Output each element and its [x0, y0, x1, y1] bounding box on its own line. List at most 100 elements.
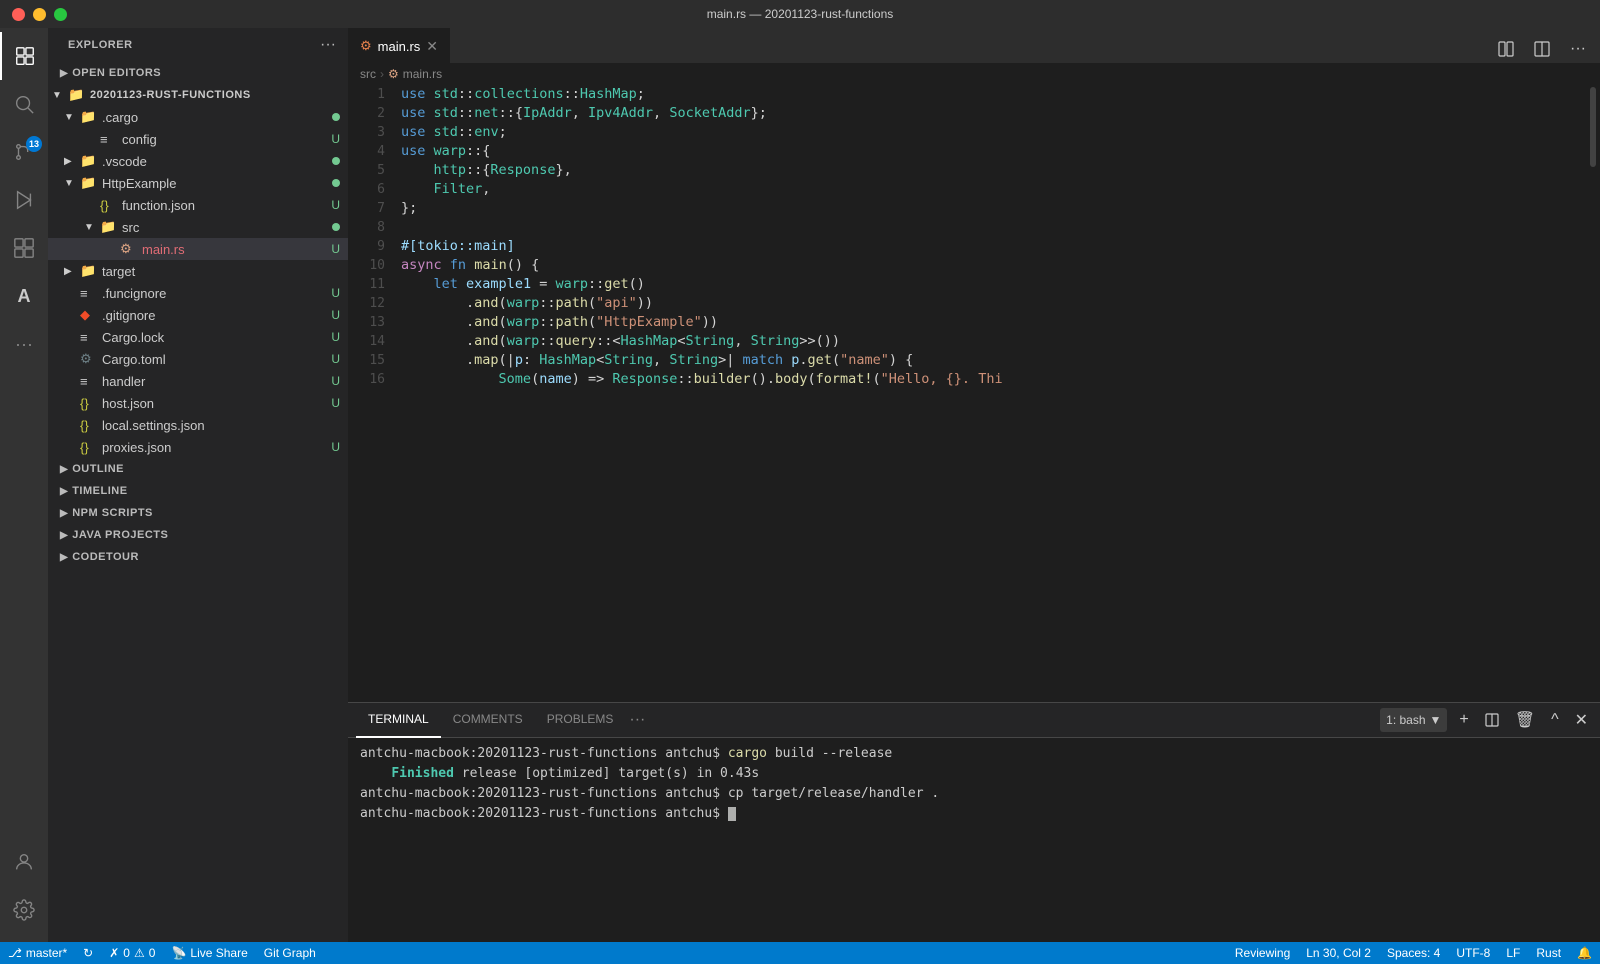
tab-comments[interactable]: COMMENTS: [441, 703, 535, 738]
vscode-arrow: ▶: [64, 156, 80, 167]
minimize-button[interactable]: [33, 8, 46, 21]
file-gitignore[interactable]: ◆ .gitignore U: [48, 304, 348, 326]
terminal-shell-select[interactable]: 1: bash ▼: [1380, 708, 1447, 732]
git-graph-text: Git Graph: [264, 946, 316, 960]
activity-run[interactable]: [0, 176, 48, 224]
status-cursor-position[interactable]: Ln 30, Col 2: [1298, 942, 1379, 964]
terminal-more-icon[interactable]: ···: [629, 711, 645, 729]
sidebar-header: Explorer ···: [48, 28, 348, 62]
tab-problems[interactable]: PROBLEMS: [535, 703, 626, 738]
status-branch[interactable]: ⎇ master*: [0, 942, 75, 964]
more-actions-icon[interactable]: ···: [1564, 35, 1592, 63]
status-git-graph[interactable]: Git Graph: [256, 942, 324, 964]
status-line-ending[interactable]: LF: [1498, 942, 1528, 964]
tab-terminal[interactable]: TERMINAL: [356, 703, 441, 738]
activity-account[interactable]: [0, 838, 48, 886]
status-language[interactable]: Rust: [1528, 942, 1569, 964]
editor-scrollbar[interactable]: [1586, 85, 1600, 702]
file-host-json[interactable]: {} host.json U: [48, 392, 348, 414]
status-reviewing[interactable]: Reviewing: [1227, 942, 1298, 964]
activity-appsmith[interactable]: A: [0, 272, 48, 320]
tab-main-rs[interactable]: ⚙ main.rs ✕: [348, 28, 450, 63]
branch-icon: ⎇: [8, 946, 22, 960]
source-control-badge: 13: [26, 136, 42, 152]
editor-area: ⚙ main.rs ✕ ··· src › ⚙ main.rs: [348, 28, 1600, 942]
status-encoding[interactable]: UTF-8: [1448, 942, 1498, 964]
file-handler[interactable]: ≡ handler U: [48, 370, 348, 392]
cargo-dot: [332, 113, 340, 121]
new-terminal-button[interactable]: +: [1455, 709, 1472, 731]
activity-settings[interactable]: [0, 886, 48, 934]
handler-icon: ≡: [80, 374, 98, 389]
file-main-rs[interactable]: ⚙ main.rs U: [48, 238, 348, 260]
host-json-icon: {}: [80, 396, 98, 411]
file-cargo-lock[interactable]: ≡ Cargo.lock U: [48, 326, 348, 348]
terminal-tabs: TERMINAL COMMENTS PROBLEMS ··· 1: bash ▼…: [348, 703, 1600, 738]
maximize-terminal-button[interactable]: ^: [1547, 709, 1563, 731]
section-codetour[interactable]: ▶ CODETOUR: [48, 546, 348, 568]
file-funcignore[interactable]: ≡ .funcignore U: [48, 282, 348, 304]
activity-explorer[interactable]: [0, 32, 48, 80]
delete-terminal-button[interactable]: 🗑: [1511, 708, 1539, 732]
terminal-area: TERMINAL COMMENTS PROBLEMS ··· 1: bash ▼…: [348, 702, 1600, 942]
codetour-label: CODETOUR: [72, 551, 139, 563]
activity-source-control[interactable]: 13: [0, 128, 48, 176]
section-npm-scripts[interactable]: ▶ NPM SCRIPTS: [48, 502, 348, 524]
activity-extensions[interactable]: [0, 224, 48, 272]
window-controls[interactable]: [12, 8, 67, 21]
sidebar-more-icon[interactable]: ···: [320, 36, 336, 54]
code-editor[interactable]: 12345 678910 1112131415 16 use std::coll…: [348, 85, 1600, 702]
breadcrumb-src[interactable]: src: [360, 67, 376, 81]
terminal-body[interactable]: antchu-macbook:20201123-rust-functions a…: [348, 738, 1600, 942]
open-editors-label: Open Editors: [72, 67, 161, 79]
section-open-editors[interactable]: ▶ Open Editors: [48, 62, 348, 84]
project-name: 20201123-rust-functions: [90, 89, 340, 101]
terminal-line-3: antchu-macbook:20201123-rust-functions a…: [360, 784, 1588, 804]
section-timeline[interactable]: ▶ TIMELINE: [48, 480, 348, 502]
cargo-lock-icon: ≡: [80, 330, 98, 345]
split-editor-icon[interactable]: [1492, 35, 1520, 63]
terminal-line-4: antchu-macbook:20201123-rust-functions a…: [360, 804, 1588, 824]
sync-icon: ↻: [83, 946, 93, 960]
error-count: 0: [123, 946, 130, 960]
folder-cargo[interactable]: ▼ 📁 .cargo: [48, 106, 348, 128]
tab-close-button[interactable]: ✕: [426, 38, 438, 55]
file-local-settings-json[interactable]: {} local.settings.json: [48, 414, 348, 436]
activity-search[interactable]: [0, 80, 48, 128]
spaces-text: Spaces: 4: [1387, 946, 1440, 960]
file-cargo-toml[interactable]: ⚙ Cargo.toml U: [48, 348, 348, 370]
activity-more[interactable]: ···: [0, 320, 48, 368]
status-spaces[interactable]: Spaces: 4: [1379, 942, 1448, 964]
split-terminal-button[interactable]: [1481, 711, 1503, 729]
error-icon: ✗: [109, 946, 119, 960]
folder-src[interactable]: ▼ 📁 src: [48, 216, 348, 238]
section-outline[interactable]: ▶ OUTLINE: [48, 458, 348, 480]
folder-target[interactable]: ▶ 📁 target: [48, 260, 348, 282]
main-rs-icon: ⚙: [120, 241, 138, 257]
httpexample-dot: [332, 179, 340, 187]
warning-icon: ⚠: [134, 946, 145, 960]
title-bar: main.rs — 20201123-rust-functions: [0, 0, 1600, 28]
section-java-projects[interactable]: ▶ JAVA PROJECTS: [48, 524, 348, 546]
file-proxies-json[interactable]: {} proxies.json U: [48, 436, 348, 458]
close-button[interactable]: [12, 8, 25, 21]
close-terminal-button[interactable]: ✕: [1571, 708, 1592, 732]
breadcrumb-file[interactable]: main.rs: [403, 67, 442, 81]
proxies-json-icon: {}: [80, 440, 98, 455]
live-share-icon: 📡: [171, 946, 186, 960]
httpexample-folder-icon: 📁: [80, 175, 98, 191]
status-sync[interactable]: ↻: [75, 942, 101, 964]
status-errors[interactable]: ✗ 0 ⚠ 0: [101, 942, 163, 964]
file-config[interactable]: ≡ config U: [48, 128, 348, 150]
bell-icon: 🔔: [1577, 946, 1592, 960]
status-notifications[interactable]: 🔔: [1569, 942, 1600, 964]
folder-vscode[interactable]: ▶ 📁 .vscode: [48, 150, 348, 172]
status-live-share[interactable]: 📡 Live Share: [163, 942, 255, 964]
folder-httpexample[interactable]: ▼ 📁 HttpExample: [48, 172, 348, 194]
file-function-json[interactable]: {} function.json U: [48, 194, 348, 216]
app-body: 13 A ··· Explorer ··· ▶ Open Editors: [0, 28, 1600, 942]
funcignore-icon: ≡: [80, 286, 98, 301]
split-editor-right-icon[interactable]: [1528, 35, 1556, 63]
project-root[interactable]: ▼ 📁 20201123-rust-functions: [48, 84, 348, 106]
maximize-button[interactable]: [54, 8, 67, 21]
